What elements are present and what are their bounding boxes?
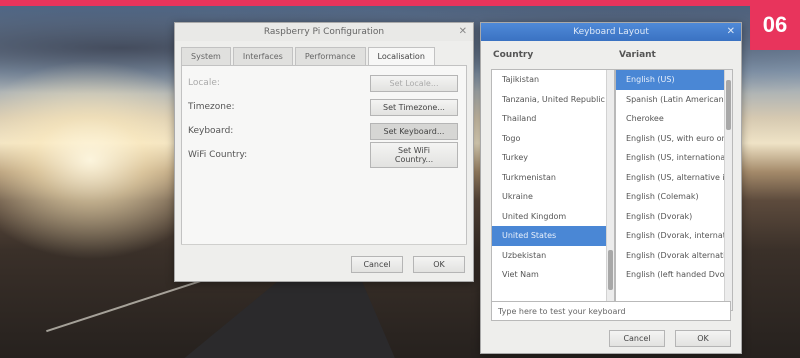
keyboard-layout-dialog: Keyboard Layout ✕ Country Variant Tajiki…: [480, 22, 742, 354]
country-scroll-thumb[interactable]: [608, 250, 613, 290]
country-column-header: Country: [493, 50, 534, 60]
config-dialog-footer: Cancel OK: [351, 256, 465, 273]
variant-list-item[interactable]: English (Dvorak, international): [616, 226, 732, 246]
keyboard-dialog-footer: Cancel OK: [609, 330, 731, 347]
variant-list-item[interactable]: English (US, international): [616, 148, 732, 168]
variant-list-item[interactable]: English (Dvorak alternative): [616, 246, 732, 266]
config-tabs: System Interfaces Performance Localisati…: [175, 41, 473, 65]
set-keyboard-button[interactable]: Set Keyboard...: [370, 122, 458, 140]
wifi-country-label: WiFi Country:: [188, 150, 248, 160]
variant-column-header: Variant: [619, 50, 656, 60]
localisation-panel: Locale: Set Locale... Timezone: Set Time…: [181, 65, 467, 245]
config-dialog-title: Raspberry Pi Configuration: [263, 27, 385, 37]
close-icon[interactable]: ✕: [727, 26, 735, 37]
variant-list-item[interactable]: English (Dvorak): [616, 207, 732, 227]
tab-localisation[interactable]: Localisation: [367, 47, 435, 65]
ok-button[interactable]: OK: [675, 330, 731, 347]
accent-top-bar: [0, 0, 760, 6]
variant-list-item[interactable]: Spanish (Latin American): [616, 90, 732, 110]
country-list-item[interactable]: Thailand: [492, 109, 614, 129]
variant-scroll-thumb[interactable]: [726, 80, 731, 130]
keyboard-dialog-titlebar[interactable]: Keyboard Layout ✕: [481, 23, 741, 41]
config-dialog-titlebar[interactable]: Raspberry Pi Configuration ✕: [175, 23, 473, 41]
country-list-item[interactable]: Togo: [492, 129, 614, 149]
locale-row: Locale: Set Locale...: [188, 74, 458, 92]
keyboard-dialog-title: Keyboard Layout: [573, 27, 649, 37]
tab-performance[interactable]: Performance: [294, 47, 366, 65]
timezone-row: Timezone: Set Timezone...: [188, 98, 458, 116]
variant-list-item[interactable]: English (US, alternative int): [616, 168, 732, 188]
country-list-item[interactable]: United States: [492, 226, 614, 246]
variant-list-item[interactable]: English (US, with euro on 5): [616, 129, 732, 149]
locale-label: Locale:: [188, 78, 220, 88]
ok-button[interactable]: OK: [413, 256, 465, 273]
set-wifi-country-button[interactable]: Set WiFi Country...: [370, 142, 458, 168]
variant-list-item[interactable]: English (Colemak): [616, 187, 732, 207]
variant-list[interactable]: English (US) Spanish (Latin American) Cher…: [615, 69, 733, 311]
variant-list-item[interactable]: Cherokee: [616, 109, 732, 129]
cancel-button[interactable]: Cancel: [351, 256, 403, 273]
country-list-item[interactable]: Viet Nam: [492, 265, 614, 285]
keyboard-label: Keyboard:: [188, 126, 234, 136]
keyboard-row: Keyboard: Set Keyboard...: [188, 122, 458, 140]
set-locale-button[interactable]: Set Locale...: [370, 74, 458, 92]
variant-list-item[interactable]: English (left handed Dvorak): [616, 265, 732, 285]
config-dialog: Raspberry Pi Configuration ✕ System Inte…: [174, 22, 474, 282]
country-list-item[interactable]: Turkey: [492, 148, 614, 168]
country-list-item[interactable]: Ukraine: [492, 187, 614, 207]
country-list-item[interactable]: Turkmenistan: [492, 168, 614, 188]
tab-system[interactable]: System: [181, 47, 231, 65]
country-scrollbar[interactable]: [606, 70, 614, 310]
country-list-item[interactable]: United Kingdom: [492, 207, 614, 227]
variant-scrollbar[interactable]: [724, 70, 732, 310]
country-list-item[interactable]: Uzbekistan: [492, 246, 614, 266]
cancel-button[interactable]: Cancel: [609, 330, 665, 347]
keyboard-test-input[interactable]: Type here to test your keyboard: [491, 301, 731, 321]
close-icon[interactable]: ✕: [459, 26, 467, 37]
step-number-badge: 06: [750, 0, 800, 50]
timezone-label: Timezone:: [188, 102, 235, 112]
country-list-item[interactable]: Tanzania, United Republic of: [492, 90, 614, 110]
country-list-item[interactable]: Tajikistan: [492, 70, 614, 90]
country-list[interactable]: Tajikistan Tanzania, United Republic of Th…: [491, 69, 615, 311]
divider: [181, 244, 467, 245]
wifi-country-row: WiFi Country: Set WiFi Country...: [188, 142, 458, 168]
set-timezone-button[interactable]: Set Timezone...: [370, 98, 458, 116]
variant-list-item[interactable]: English (US): [616, 70, 732, 90]
tab-interfaces[interactable]: Interfaces: [232, 47, 293, 65]
